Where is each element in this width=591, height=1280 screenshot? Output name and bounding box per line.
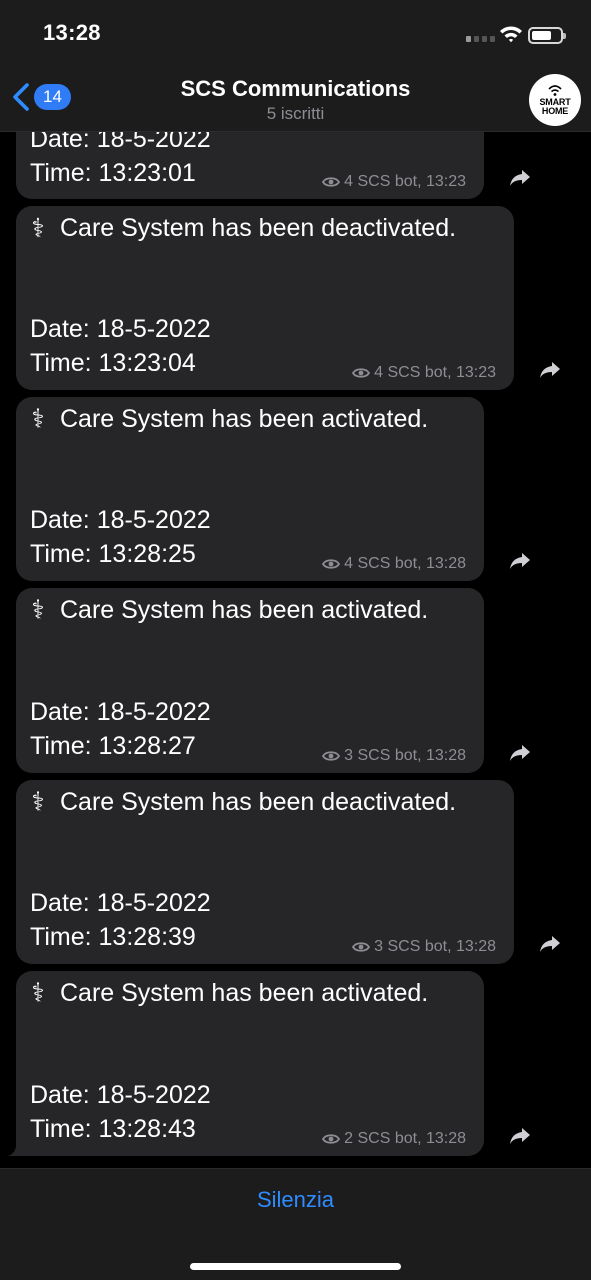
status-time: 13:28 (43, 20, 101, 45)
home-wifi-logo-icon (548, 84, 562, 96)
avatar-logo-line: HOME (541, 105, 569, 116)
share-icon[interactable] (508, 743, 532, 763)
share-icon[interactable] (538, 360, 562, 380)
message-time: Time: 13:28:25 (30, 540, 196, 568)
signal-icon (466, 36, 495, 42)
message-text: Care System has been activated. (60, 405, 429, 433)
chat-screen: Date: 18-5-2022 Time: 13:23:01 4 SCS bot… (0, 0, 591, 1280)
eye-icon (352, 942, 371, 952)
home-indicator[interactable] (190, 1263, 401, 1270)
medical-caduceus-icon: ⚕ (31, 404, 45, 435)
bottom-bar: Silenzia (0, 1168, 591, 1280)
medical-caduceus-icon: ⚕ (31, 595, 45, 626)
message-bubble[interactable]: ⚕ Care System has been activated. Date: … (16, 397, 484, 581)
message-text-row: ⚕ Care System has been activated. (30, 595, 429, 626)
medical-caduceus-icon: ⚕ (31, 213, 45, 244)
message-bubble[interactable]: ⚕ Care System has been activated. Date: … (16, 971, 484, 1156)
message-bubble[interactable]: ⚕ Care System has been activated. Date: … (16, 588, 484, 773)
message-date: Date: 18-5-2022 (30, 506, 211, 534)
eye-icon (352, 368, 371, 378)
message-meta: 3 SCS bot, 13:28 (322, 747, 466, 765)
message-meta: 4 SCS bot, 13:23 (352, 364, 496, 382)
message-text-row: ⚕ Care System has been deactivated. (30, 787, 457, 818)
message-views-time: 4 SCS bot, 13:23 (374, 364, 496, 381)
message-text: Care System has been activated. (60, 979, 429, 1007)
message-date: Date: 18-5-2022 (30, 315, 211, 343)
bubble-tail (8, 1141, 22, 1156)
eye-icon (322, 1134, 341, 1144)
message-views-time: 4 SCS bot, 13:23 (344, 173, 466, 190)
eye-icon (322, 751, 341, 761)
message-time: Time: 13:23:01 (30, 159, 196, 187)
message-text-row: ⚕ Care System has been activated. (30, 978, 429, 1009)
message-meta: 2 SCS bot, 13:28 (322, 1130, 466, 1148)
message-time: Time: 13:28:27 (30, 732, 196, 760)
channel-avatar[interactable]: SMART HOME (529, 74, 581, 126)
message-meta: 3 SCS bot, 13:28 (352, 938, 496, 956)
mute-button[interactable]: Silenzia (0, 1187, 591, 1213)
message-views-time: 3 SCS bot, 13:28 (374, 938, 496, 955)
share-icon[interactable] (538, 934, 562, 954)
message-bubble[interactable]: ⚕ Care System has been deactivated. Date… (16, 206, 514, 390)
message-bubble[interactable]: ⚕ Care System has been deactivated. Date… (16, 780, 514, 964)
message-meta: 4 SCS bot, 13:23 (322, 173, 466, 191)
chat-subtitle: 5 iscritti (266, 104, 325, 123)
message-text: Care System has been deactivated. (60, 788, 457, 816)
eye-icon (322, 559, 341, 569)
message-views-time: 2 SCS bot, 13:28 (344, 1130, 466, 1147)
message-meta: 4 SCS bot, 13:28 (322, 555, 466, 573)
eye-icon (322, 177, 341, 187)
share-icon[interactable] (508, 1126, 532, 1146)
message-views-time: 3 SCS bot, 13:28 (344, 747, 466, 764)
chat-header: 14 SCS Communications 5 iscritti SMART H… (0, 68, 591, 132)
message-text: Care System has been activated. (60, 596, 429, 624)
message-list[interactable]: Date: 18-5-2022 Time: 13:23:01 4 SCS bot… (0, 0, 591, 1168)
share-icon[interactable] (508, 168, 532, 188)
message-text: Care System has been deactivated. (60, 214, 457, 242)
chat-title[interactable]: SCS Communications (0, 76, 591, 102)
message-time: Time: 13:23:04 (30, 349, 196, 377)
message-time: Time: 13:28:39 (30, 923, 196, 951)
medical-caduceus-icon: ⚕ (31, 787, 45, 818)
message-text-row: ⚕ Care System has been activated. (30, 404, 429, 435)
message-date: Date: 18-5-2022 (30, 889, 211, 917)
message-date: Date: 18-5-2022 (30, 1081, 211, 1109)
message-date: Date: 18-5-2022 (30, 698, 211, 726)
status-bar: 13:28 (0, 0, 591, 68)
message-text-row: ⚕ Care System has been deactivated. (30, 213, 457, 244)
message-views-time: 4 SCS bot, 13:28 (344, 555, 466, 572)
medical-caduceus-icon: ⚕ (31, 978, 45, 1009)
message-time: Time: 13:28:43 (30, 1115, 196, 1143)
battery-icon (528, 27, 566, 44)
share-icon[interactable] (508, 551, 532, 571)
wifi-icon (500, 26, 522, 43)
